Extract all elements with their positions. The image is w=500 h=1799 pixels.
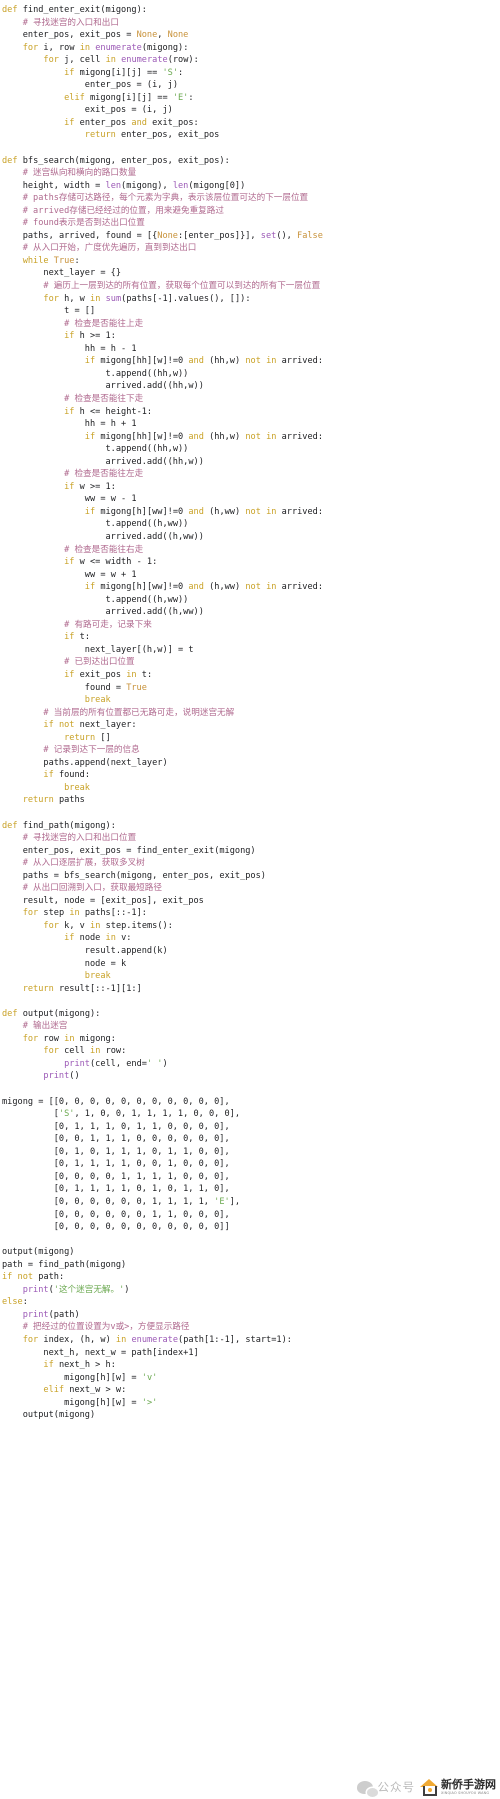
watermark-wechat-label: 公众号 <box>377 1780 415 1794</box>
site-logo-cn: 新侨手游网 <box>441 1777 496 1791</box>
watermark: 公众号 新侨手游网 XINQIAO SHOUYOU WANG <box>356 1777 496 1797</box>
site-logo-en: XINQIAO SHOUYOU WANG <box>441 1790 490 1795</box>
site-logo: 新侨手游网 XINQIAO SHOUYOU WANG <box>420 1777 496 1797</box>
python-code-block: def find_enter_exit(migong): # 寻找迷宫的入口和出… <box>2 5 324 1421</box>
wechat-icon <box>356 1780 378 1797</box>
code-screenshot-surface: def find_enter_exit(migong): # 寻找迷宫的入口和出… <box>0 0 500 1799</box>
house-icon <box>420 1778 439 1797</box>
site-logo-text: 新侨手游网 XINQIAO SHOUYOU WANG <box>441 1777 496 1796</box>
